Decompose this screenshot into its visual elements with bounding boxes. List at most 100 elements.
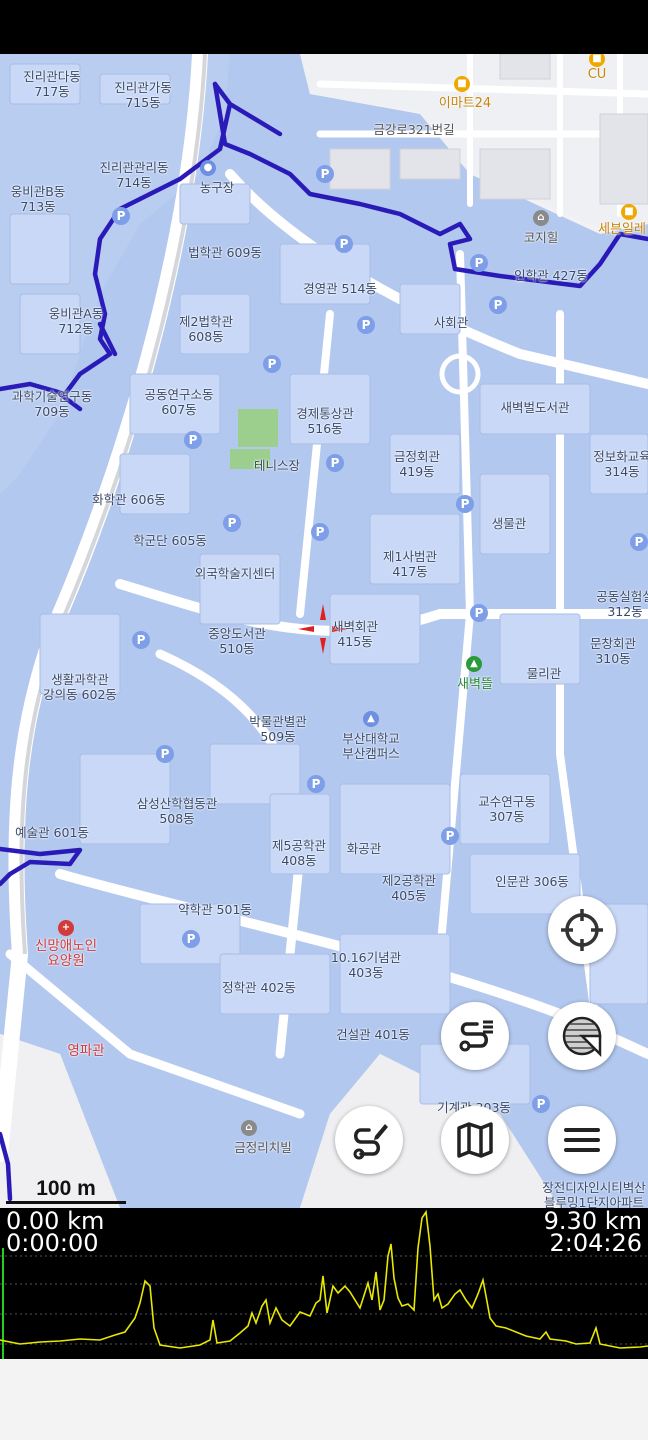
status-bar — [0, 0, 648, 54]
label-physics: 물리관 — [526, 666, 562, 681]
label-park: 새벽뜰 — [457, 677, 493, 692]
label-402: 정학관 402동 — [222, 980, 296, 995]
parking-icon: P — [132, 631, 150, 649]
hospital-icon: + — [58, 920, 74, 936]
label-401: 건설관 401동 — [336, 1027, 410, 1042]
parking-icon: P — [184, 431, 202, 449]
label-607: 공동연구소동 607동 — [144, 387, 214, 417]
parking-icon: P — [326, 454, 344, 472]
map-layers-icon — [562, 1016, 602, 1058]
locate-button[interactable] — [548, 896, 616, 964]
label-social: 사회관 — [433, 315, 469, 330]
label-design: 장전디자인시티벽산 블루밍1단지아파트 — [542, 1180, 646, 1208]
label-307: 교수연구동 307동 — [478, 794, 536, 824]
parking-icon: P — [532, 1095, 550, 1113]
label-514: 경영관 514동 — [303, 281, 377, 296]
label-419: 금정회관 419동 — [393, 449, 441, 479]
label-nursing: 신망애노인 요양원 — [34, 938, 98, 969]
route-list-button[interactable] — [441, 1002, 509, 1070]
mart-icon: ■ — [454, 76, 470, 92]
map-button[interactable] — [441, 1106, 509, 1174]
label-427: 인학관 427동 — [514, 268, 588, 283]
label-richville: 금정리치빌 — [234, 1140, 292, 1155]
label-foreign: 외국학술지센터 — [194, 566, 276, 581]
map-layers-button[interactable] — [548, 1002, 616, 1070]
folded-map-icon — [457, 1122, 493, 1158]
label-chemeng: 화공관 — [346, 841, 382, 856]
parking-icon: P — [223, 514, 241, 532]
label-510: 중앙도서관 510동 — [208, 626, 266, 656]
label-605: 학군단 605동 — [133, 533, 207, 548]
label-608: 제2법학관 608동 — [179, 314, 233, 344]
label-606: 화학관 606동 — [92, 492, 166, 507]
end-time: 2:04:26 — [549, 1229, 642, 1257]
school-icon: ▲ — [363, 711, 379, 727]
label-717: 진리관다동 717동 — [23, 69, 81, 99]
draw-route-icon — [353, 1124, 388, 1160]
label-mart: 이마트24 — [438, 96, 492, 111]
label-univ: 부산대학교 부산캠퍼스 — [342, 731, 400, 761]
label-bio: 생물관 — [491, 516, 527, 531]
label-501: 약학관 501동 — [178, 902, 252, 917]
label-yeongpa: 영파관 — [67, 1043, 105, 1059]
parking-icon: P — [182, 930, 200, 948]
hamburger-menu-icon — [564, 1128, 600, 1152]
label-601: 예술관 601동 — [15, 825, 89, 840]
label-road: 금강로321번길 — [373, 122, 455, 137]
parking-icon: P — [489, 296, 507, 314]
label-415: 새벽회관 415동 — [331, 619, 379, 649]
label-712: 웅비관A동 712동 — [48, 306, 104, 336]
parking-icon: P — [156, 745, 174, 763]
store-icon: ■ — [621, 204, 637, 220]
label-405: 제2공학관 405동 — [382, 873, 436, 903]
tree-icon: ▲ — [466, 656, 482, 672]
parking-icon: P — [311, 523, 329, 541]
map-view[interactable]: 진리관다동 717동 진리관가동 715동 진리관관리동 714동 웅비관B동 … — [0, 54, 648, 1208]
parking-icon: P — [456, 495, 474, 513]
label-715: 진리관가동 715동 — [114, 80, 172, 110]
parking-icon: P — [263, 355, 281, 373]
navigation-bar — [0, 1359, 648, 1440]
crosshair-icon — [561, 909, 603, 951]
menu-button[interactable] — [548, 1106, 616, 1174]
label-saebyeok: 새벽벌도서관 — [500, 400, 570, 415]
parking-icon: P — [112, 207, 130, 225]
label-court: 농구장 — [199, 180, 235, 195]
draw-route-button[interactable] — [335, 1106, 403, 1174]
label-tennis: 테니스장 — [253, 458, 301, 473]
label-403: 10.16기념관 403동 — [330, 950, 402, 980]
label-kojihill: 코지힐 — [523, 230, 559, 245]
house-icon: ⌂ — [533, 210, 549, 226]
parking-icon: P — [470, 604, 488, 622]
start-time: 0:00:00 — [6, 1229, 99, 1257]
parking-icon: P — [357, 316, 375, 334]
scale-label: 100 m — [36, 1177, 96, 1200]
scale-bar: 100 m — [6, 1176, 126, 1204]
house-icon: ⌂ — [241, 1120, 257, 1136]
label-306: 인문관 306동 — [495, 874, 569, 889]
parking-icon: P — [307, 775, 325, 793]
parking-icon: P — [470, 254, 488, 272]
label-seven: 세븐일레 — [598, 222, 646, 237]
label-417: 제1사범관 417동 — [383, 549, 437, 579]
label-312: 공동실험실 312동 — [596, 589, 648, 619]
label-602: 생활과학관 강의동 602동 — [43, 672, 117, 702]
elevation-profile[interactable]: 0.00 km 0:00:00 9.30 km 2:04:26 — [0, 1208, 648, 1359]
label-509: 박물관별관 509동 — [249, 714, 307, 744]
label-310: 문창회관 310동 — [589, 636, 637, 666]
label-609: 법학관 609동 — [188, 245, 262, 260]
parking-icon: P — [630, 533, 648, 551]
label-508: 삼성산학협동관 508동 — [136, 796, 218, 826]
sports-icon: ● — [200, 160, 216, 176]
parking-icon: P — [441, 827, 459, 845]
parking-icon: P — [316, 165, 334, 183]
parking-icon: P — [335, 235, 353, 253]
label-713: 웅비관B동 713동 — [10, 184, 66, 214]
label-709: 과학기술연구동 709동 — [11, 389, 93, 419]
label-714: 진리관관리동 714동 — [99, 160, 169, 190]
label-408: 제5공학관 408동 — [272, 838, 326, 868]
label-cu: CU — [587, 67, 607, 82]
label-314: 정보화교육 314동 — [593, 449, 648, 479]
scale-line — [6, 1201, 126, 1204]
label-516: 경제통상관 516동 — [296, 406, 354, 436]
